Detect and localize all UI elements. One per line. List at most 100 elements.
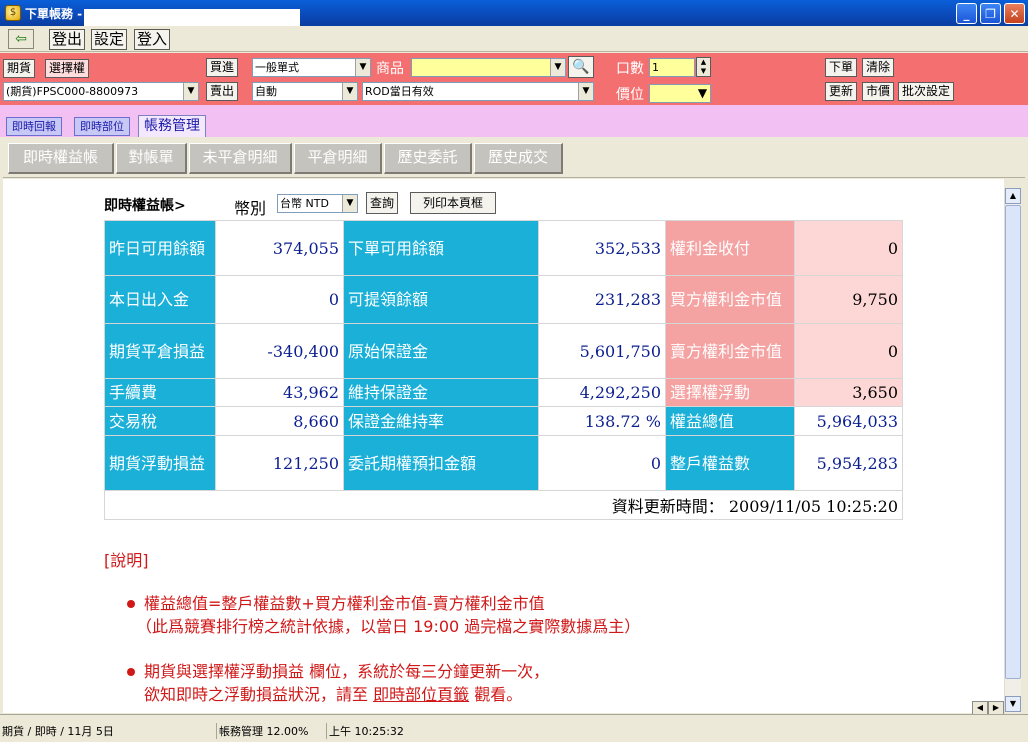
table-value: 5,954,283	[794, 435, 903, 491]
tab-account-management[interactable]: 帳務管理	[138, 115, 206, 137]
buy-button[interactable]: 買進	[206, 58, 239, 77]
bullet-icon	[127, 600, 135, 608]
table-row: 昨日可用餘額 374,055 下單可用餘額 352,533 權利金收付 0	[104, 220, 903, 276]
table-key: 選擇權浮動	[665, 378, 795, 407]
table-value: 121,250	[215, 435, 344, 491]
product-select[interactable]: ▼	[411, 58, 566, 77]
qty-spinner[interactable]: ▲ ▼	[696, 57, 711, 77]
logout-button[interactable]: 登出	[49, 29, 86, 50]
equity-table: 昨日可用餘額 374,055 下單可用餘額 352,533 權利金收付 0 本日…	[104, 220, 903, 520]
tab-statement[interactable]: 對帳單	[116, 143, 187, 174]
scroll-thumb[interactable]	[1005, 205, 1021, 679]
chevron-down-icon: ▼	[183, 83, 198, 100]
status-bar: 期貨 / 即時 / 11月 5日 帳務管理 12.00% 上午 10:25:32	[0, 714, 1028, 742]
horizontal-scroll-buttons[interactable]: ◀ ▶	[972, 699, 1006, 715]
table-value: 0	[794, 323, 903, 379]
chevron-down-icon: ▼	[695, 85, 710, 102]
tab-realtime-report[interactable]: 即時回報	[6, 117, 62, 136]
chevron-down-icon: ▼	[578, 83, 593, 100]
app-icon: $	[5, 5, 21, 21]
order-type-select[interactable]: 一般單式 ▼	[252, 58, 371, 77]
account-select[interactable]: (期貨)FPSC000-8800973 ▼	[3, 82, 199, 101]
maximize-button[interactable]: ❐	[980, 3, 1001, 24]
update-cell: 資料更新時間： 2009/11/05 10:25:20	[104, 490, 903, 520]
minimize-button[interactable]: _	[956, 3, 977, 24]
update-button[interactable]: 更新	[825, 82, 858, 101]
realtime-position-link[interactable]: 即時部位頁籤	[373, 685, 469, 704]
table-value: 138.72 %	[538, 406, 666, 436]
table-value: 3,650	[794, 378, 903, 407]
table-value: 9,750	[794, 275, 903, 324]
table-value: 5,601,750	[538, 323, 666, 379]
table-key: 期貨浮動損益	[104, 435, 216, 491]
table-key: 整戶權益數	[665, 435, 795, 491]
product-label: 商品	[376, 61, 404, 77]
sell-button[interactable]: 賣出	[206, 82, 239, 101]
table-value: 352,533	[538, 220, 666, 276]
auto-mode-select[interactable]: 自動 ▼	[252, 82, 358, 101]
table-key: 可提領餘額	[343, 275, 539, 324]
table-key: 保證金維持率	[343, 406, 539, 436]
price-select[interactable]: ▼	[649, 84, 711, 103]
table-row: 期貨浮動損益 121,250 委託期權預扣金額 0 整戶權益數 5,954,28…	[104, 435, 903, 491]
table-key: 買方權利金市值	[665, 275, 795, 324]
vertical-scrollbar[interactable]: ▲ ▼	[1004, 188, 1021, 713]
table-value: 4,292,250	[538, 378, 666, 407]
tab-trade-history[interactable]: 歷史成交	[474, 143, 563, 174]
tab-realtime-equity[interactable]: 即時權益帳	[8, 143, 114, 174]
menu-bar: ⇦ 登出 設定 登入	[0, 26, 1028, 52]
table-row: 期貨平倉損益 -340,400 原始保證金 5,601,750 賣方權利金市值 …	[104, 323, 903, 379]
primary-tab-bar: 即時回報 即時部位 帳務管理	[0, 105, 1028, 137]
page-title: 即時權益帳>	[104, 198, 186, 214]
table-key: 期貨平倉損益	[104, 323, 216, 379]
scroll-right-icon[interactable]: ▶	[988, 701, 1004, 715]
table-key: 原始保證金	[343, 323, 539, 379]
tab-closed-positions[interactable]: 平倉明細	[294, 143, 382, 174]
tab-order-history[interactable]: 歷史委託	[384, 143, 472, 174]
table-value: -340,400	[215, 323, 344, 379]
note-line-link: 欲知即時之浮動損益狀況，請至 即時部位頁籤 觀看。	[144, 683, 522, 706]
table-value: 0	[794, 220, 903, 276]
search-icon[interactable]: 🔍	[568, 56, 594, 78]
title-redaction	[84, 9, 300, 27]
bullet-icon	[127, 668, 135, 676]
market-price-button[interactable]: 市價	[862, 82, 895, 101]
condition-select[interactable]: ROD當日有效 ▼	[362, 82, 594, 101]
secondary-tab-bar: 即時權益帳 對帳單 未平倉明細 平倉明細 歷史委託 歷史成交	[3, 138, 1025, 178]
order-bar: 期貨 選擇權 (期貨)FPSC000-8800973 ▼ 買進 賣出 一般單式 ▼ …	[0, 53, 1028, 105]
exit-arrow-icon[interactable]: ⇦	[8, 29, 34, 49]
scroll-down-icon[interactable]: ▼	[1005, 696, 1021, 712]
place-order-button[interactable]: 下單	[825, 58, 858, 77]
chevron-down-icon: ▼	[342, 195, 357, 212]
note-line: 期貨與選擇權浮動損益 欄位，系統於每三分鐘更新一次，	[144, 662, 550, 681]
table-row: 手續費 43,962 維持保證金 4,292,250 選擇權浮動 3,650	[104, 378, 903, 407]
scroll-left-icon[interactable]: ◀	[972, 701, 988, 715]
notes-title: [說明]	[104, 551, 149, 570]
settings-button[interactable]: 設定	[91, 29, 128, 50]
note-text: 欲知即時之浮動損益狀況，請至	[144, 685, 369, 704]
close-button[interactable]: ✕	[1004, 3, 1025, 24]
chevron-down-icon: ▼	[550, 59, 565, 76]
futures-button[interactable]: 期貨	[3, 59, 36, 78]
clear-button[interactable]: 清除	[862, 58, 895, 77]
note-line: （此爲競賽排行榜之統計依據，以當日 19:00 過完檔之實際數據爲主）	[136, 617, 641, 636]
print-page-button[interactable]: 列印本頁框	[410, 192, 497, 214]
update-row: 資料更新時間： 2009/11/05 10:25:20	[104, 490, 903, 520]
query-button[interactable]: 查詢	[366, 192, 399, 214]
qty-input[interactable]: 1	[649, 58, 695, 77]
table-value: 8,660	[215, 406, 344, 436]
tab-open-positions[interactable]: 未平倉明細	[189, 143, 292, 174]
table-key: 手續費	[104, 378, 216, 407]
login-button[interactable]: 登入	[134, 29, 171, 50]
table-key: 維持保證金	[343, 378, 539, 407]
scroll-up-icon[interactable]: ▲	[1005, 188, 1021, 204]
qty-label: 口數	[616, 61, 644, 77]
status-clock: 上午 10:25:32	[326, 723, 404, 739]
table-key: 昨日可用餘額	[104, 220, 216, 276]
batch-setting-button[interactable]: 批次設定	[898, 82, 955, 101]
tab-realtime-position[interactable]: 即時部位	[74, 117, 130, 136]
options-button[interactable]: 選擇權	[45, 59, 90, 78]
table-value: 43,962	[215, 378, 344, 407]
chevron-down-icon: ▼	[342, 83, 357, 100]
currency-select[interactable]: 台幣 NTD ▼	[277, 194, 358, 213]
